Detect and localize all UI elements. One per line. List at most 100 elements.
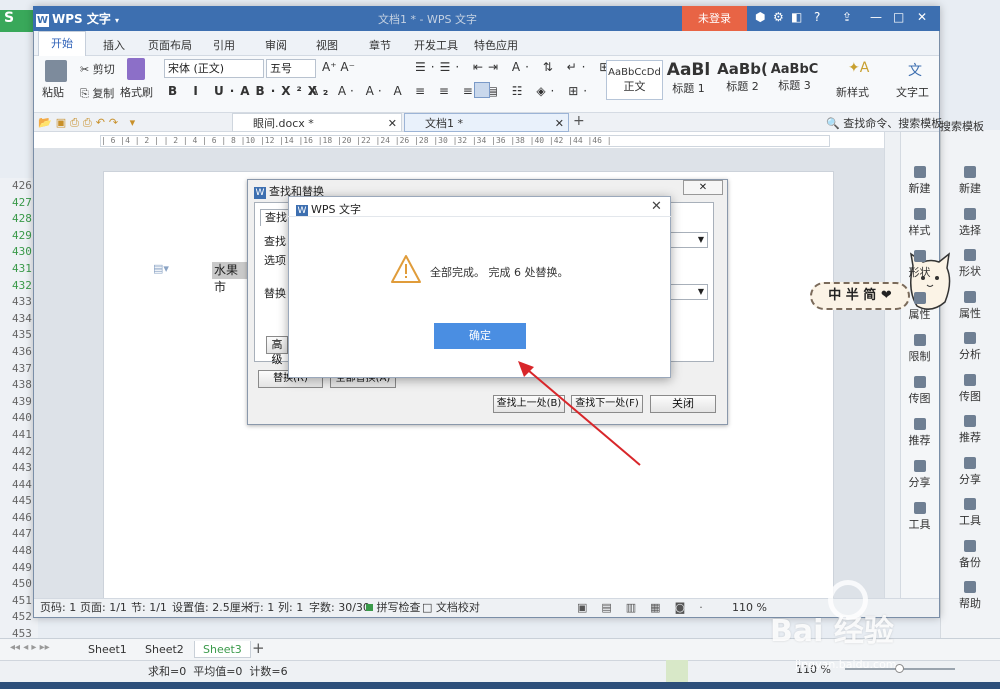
spell-check-button[interactable]: 拼写检查 — [366, 599, 421, 617]
bg-panel-item[interactable]: 新建 — [940, 166, 1000, 196]
sheet-tab-3[interactable]: Sheet3 — [194, 641, 251, 658]
restore-view-icon[interactable]: ⇪ — [842, 10, 852, 24]
tab-developer[interactable]: 开发工具 — [414, 37, 458, 53]
sheet-nav-icons[interactable]: ◂◂ ◂ ▸ ▸▸ — [10, 642, 50, 653]
bg-panel-item[interactable]: 形状 — [940, 249, 1000, 279]
new-style-button[interactable]: 新样式 — [836, 84, 869, 100]
tab-page-layout[interactable]: 页面布局 — [148, 37, 192, 53]
side-panel-item[interactable]: 传图 — [900, 376, 939, 406]
bg-panel-item[interactable]: 推荐 — [940, 415, 1000, 445]
recommend-icon — [913, 418, 926, 430]
add-sheet-button[interactable]: + — [252, 639, 265, 657]
format-painter-button[interactable]: 格式刷 — [120, 84, 153, 100]
maximize-icon[interactable]: □ — [893, 10, 904, 24]
bg-panel-item[interactable]: 分享 — [940, 456, 1000, 487]
settings-icon[interactable]: ⚙ — [773, 10, 784, 24]
sheet-tab-2[interactable]: Sheet2 — [137, 641, 192, 658]
close-button[interactable]: 关闭 — [650, 395, 716, 413]
login-button[interactable]: 未登录 — [682, 6, 747, 31]
tab-chapter[interactable]: 章节 — [369, 37, 391, 53]
tab-home[interactable]: 开始 — [38, 31, 86, 56]
help-icon — [964, 581, 976, 593]
replace-input-dropdown[interactable]: ▼ — [670, 284, 708, 300]
view-normal-icon[interactable] — [666, 660, 688, 682]
align-icons[interactable]: ≡ ≡ ≡ ▤ ☷ ◈· ⊞· — [415, 84, 592, 98]
bg-panel-label: 选择 — [959, 223, 981, 237]
tab-review[interactable]: 审阅 — [265, 37, 287, 53]
find-replace-close-icon[interactable]: ✕ — [683, 180, 723, 195]
side-panel-item[interactable]: 样式 — [900, 208, 939, 238]
horizontal-ruler[interactable]: | 6 |4 | 2 | | 2 | 4 | 6 | 8 |10 |12 |14… — [100, 135, 830, 147]
new-doc-icon — [964, 166, 976, 178]
annotation-arrow — [518, 361, 641, 466]
cut-button[interactable]: ✂ 剪切 — [80, 61, 115, 77]
selected-text[interactable]: 水果市 — [212, 262, 247, 294]
vertical-scrollbar[interactable] — [884, 132, 900, 598]
justify-active-icon[interactable] — [474, 82, 490, 98]
grow-font-icon[interactable]: A⁺ A⁻ — [322, 60, 355, 74]
style-heading-2[interactable]: AaBb(标题 2 — [714, 60, 771, 100]
side-panel-item[interactable]: 属性 — [900, 292, 939, 322]
advanced-button[interactable]: 高级 — [266, 336, 288, 366]
doc-tab-1-label: 眼间.docx * — [253, 117, 314, 130]
sheet-tab-1[interactable]: Sheet1 — [80, 641, 135, 658]
bg-panel-item[interactable]: 属性 — [940, 290, 1000, 321]
side-panel-item[interactable]: 推荐 — [900, 418, 939, 448]
feedback-icon[interactable]: ◧ — [791, 10, 802, 24]
status-zoom: 110 % — [732, 601, 767, 614]
close-tab-icon[interactable]: ✕ — [388, 114, 397, 133]
doc-tab-1[interactable]: 眼间.docx * ✕ — [232, 113, 402, 132]
view-mode-icons[interactable]: ▣▤▥▦◙· — [577, 599, 717, 617]
close-icon[interactable]: ✕ — [917, 10, 927, 24]
bg-panel-item[interactable]: 分析 — [940, 332, 1000, 362]
skin-icon[interactable]: ⬢ — [755, 10, 765, 24]
bg-panel-label: 工具 — [959, 514, 981, 527]
tab-references[interactable]: 引用 — [213, 37, 235, 53]
bg-panel-item[interactable]: 帮助 — [940, 581, 1000, 611]
find-input-dropdown[interactable]: ▼ — [670, 232, 708, 248]
side-panel-item[interactable]: 分享 — [900, 460, 939, 490]
paragraph-handle-icon[interactable]: ▤▾ — [153, 262, 169, 275]
paste-button[interactable]: 粘贴 — [42, 84, 64, 100]
font-size-select[interactable]: 五号 — [266, 59, 316, 78]
help-icon[interactable]: ? — [814, 10, 820, 24]
recommend-icon — [964, 415, 976, 427]
copy-button[interactable]: ⎘ 复制 — [80, 85, 114, 101]
bg-panel-item[interactable]: 传图 — [940, 373, 1000, 404]
proofread-button[interactable]: □ 文档校对 — [422, 599, 480, 617]
format-painter-icon[interactable] — [127, 58, 145, 80]
analyze-icon — [964, 332, 976, 344]
text-effect-icons[interactable]: A· A· A· A — [310, 84, 406, 98]
bg-panel-label: 新建 — [959, 182, 981, 195]
new-tab-icon[interactable]: + — [573, 113, 585, 129]
text-tool-button[interactable]: 文字工 — [896, 84, 929, 100]
close-tab-icon[interactable]: ✕ — [555, 114, 564, 133]
bg-panel-item[interactable]: 选择 — [940, 207, 1000, 238]
style-heading-1[interactable]: AaBl 标题 1 — [660, 60, 717, 100]
minimize-icon[interactable]: — — [870, 10, 882, 24]
bg-panel-item[interactable]: 备份 — [940, 539, 1000, 570]
paste-icon[interactable] — [45, 60, 67, 82]
tab-special[interactable]: 特色应用 — [474, 37, 518, 53]
status-col: 列: 1 — [278, 601, 304, 614]
doc-tab-2[interactable]: 文档1 * ✕ — [404, 113, 569, 132]
app-menu-button[interactable]: W WPS 文字 ▾ — [36, 10, 119, 27]
list-icons[interactable]: ☰·☰· ⇤⇥ A· ⇅ ↵· ⊞ — [415, 60, 614, 74]
quick-access-icons[interactable]: 📂▣⎙⎙↶↷ ▾ — [38, 116, 139, 130]
side-panel-item[interactable]: 新建 — [900, 166, 939, 196]
bg-panel-label: 传图 — [959, 389, 981, 403]
font-family-select[interactable]: 宋体 (正文) — [164, 59, 264, 78]
style-heading-3[interactable]: AaBbC 标题 3 — [766, 60, 823, 100]
tab-view[interactable]: 视图 — [316, 37, 338, 53]
ok-button[interactable]: 确定 — [434, 323, 526, 349]
side-panel-item[interactable]: 限制 — [900, 334, 939, 364]
side-panel-item[interactable]: 形状 — [900, 250, 939, 280]
side-panel-item[interactable]: 工具 — [900, 502, 939, 532]
message-close-icon[interactable]: ✕ — [651, 199, 662, 214]
tab-insert[interactable]: 插入 — [103, 37, 125, 53]
search-input[interactable]: 🔍 查找命令、搜索模板 — [826, 115, 942, 131]
bg-panel-item[interactable]: 工具 — [940, 498, 1000, 528]
style-normal[interactable]: AaBbCcDd 正文 — [606, 60, 663, 100]
style-label: 标题 2 — [726, 80, 759, 93]
side-panel-label: 限制 — [908, 350, 931, 363]
